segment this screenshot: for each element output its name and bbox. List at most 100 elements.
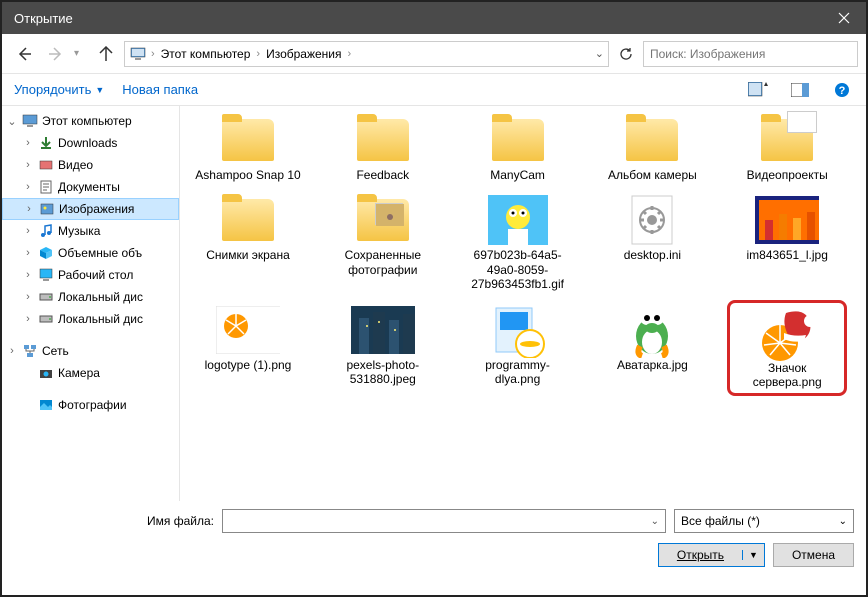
file-thumbnail bbox=[216, 304, 280, 356]
navbar: ▾ › Этот компьютер › Изображения › ⌄ bbox=[2, 34, 866, 74]
sidebar-item-label: Сеть bbox=[42, 344, 69, 358]
expand-icon[interactable]: › bbox=[22, 181, 34, 193]
sidebar-item[interactable]: Фотографии bbox=[2, 394, 179, 416]
sidebar-item[interactable]: ›Downloads bbox=[2, 132, 179, 154]
file-name-label: im843651_l.jpg bbox=[746, 248, 827, 262]
expand-icon[interactable]: › bbox=[22, 291, 34, 303]
expand-icon[interactable]: › bbox=[22, 269, 34, 281]
back-button[interactable] bbox=[10, 40, 38, 68]
sidebar-item[interactable]: ›Документы bbox=[2, 176, 179, 198]
view-menu[interactable] bbox=[746, 79, 770, 101]
expand-icon[interactable]: › bbox=[22, 247, 34, 259]
cancel-button[interactable]: Отмена bbox=[773, 543, 854, 567]
chevron-down-icon: ⌄ bbox=[839, 516, 847, 527]
file-item[interactable]: programmy-dlya.png bbox=[458, 300, 578, 397]
expand-icon[interactable]: › bbox=[22, 313, 34, 325]
expand-icon[interactable]: › bbox=[6, 345, 18, 357]
file-name-label: desktop.ini bbox=[624, 248, 681, 262]
chevron-down-icon: ⌄ bbox=[651, 516, 659, 527]
sidebar-item-label: Объемные объ bbox=[58, 246, 142, 260]
filename-input[interactable]: ⌄ bbox=[222, 509, 666, 533]
sidebar-item[interactable]: › Объемные объ bbox=[2, 242, 179, 264]
file-item[interactable]: Аватарка.jpg bbox=[592, 300, 712, 397]
sidebar-item[interactable]: ⌄Этот компьютер bbox=[2, 110, 179, 132]
expand-icon[interactable]: › bbox=[23, 203, 35, 215]
help-button[interactable]: ? bbox=[830, 79, 854, 101]
file-item[interactable]: Feedback bbox=[323, 110, 443, 186]
file-item[interactable]: Альбом камеры bbox=[592, 110, 712, 186]
file-thumbnail bbox=[486, 194, 550, 246]
titlebar: Открытие bbox=[2, 2, 866, 34]
expand-icon[interactable]: › bbox=[22, 137, 34, 149]
expand-icon[interactable]: › bbox=[22, 159, 34, 171]
file-thumbnail bbox=[216, 114, 280, 166]
sidebar-item[interactable]: ›Изображения bbox=[2, 198, 179, 220]
open-button[interactable]: Открыть ▼ bbox=[658, 543, 765, 567]
file-item[interactable]: ManyCam bbox=[458, 110, 578, 186]
file-item[interactable]: pexels-photo-531880.jpeg bbox=[323, 300, 443, 397]
up-button[interactable] bbox=[92, 40, 120, 68]
search-input[interactable] bbox=[650, 47, 851, 61]
sidebar-item-label: Рабочий стол bbox=[58, 268, 133, 282]
sidebar-item[interactable]: › Сеть bbox=[2, 340, 179, 362]
preview-pane-button[interactable] bbox=[788, 79, 812, 101]
sidebar: ⌄Этот компьютер›Downloads›Видео›Документ… bbox=[2, 106, 180, 501]
file-item[interactable]: Сохраненные фотографии bbox=[323, 190, 443, 295]
file-item[interactable]: Снимки экрана bbox=[188, 190, 308, 295]
file-item[interactable]: logotype (1).png bbox=[188, 300, 308, 397]
file-thumbnail bbox=[620, 114, 684, 166]
file-item[interactable]: Видеопроекты bbox=[727, 110, 847, 186]
forward-button[interactable] bbox=[42, 40, 70, 68]
expand-icon[interactable]: › bbox=[22, 225, 34, 237]
file-item[interactable]: Значок сервера.png bbox=[727, 300, 847, 397]
folder-icon bbox=[38, 179, 54, 195]
breadcrumb[interactable]: › Этот компьютер › Изображения › ⌄ bbox=[124, 41, 609, 67]
sidebar-item[interactable]: › Музыка bbox=[2, 220, 179, 242]
sidebar-item-label: Фотографии bbox=[58, 398, 127, 412]
chevron-right-icon: › bbox=[348, 48, 352, 60]
filename-label: Имя файла: bbox=[14, 514, 214, 528]
sidebar-item[interactable]: ›Локальный дис bbox=[2, 308, 179, 330]
file-thumbnail bbox=[351, 194, 415, 246]
file-name-label: 697b023b-64a5-49a0-8059-27b963453fb1.gif bbox=[463, 248, 573, 291]
folder-icon bbox=[38, 135, 54, 151]
chevron-right-icon: › bbox=[256, 48, 260, 60]
search-box[interactable] bbox=[643, 41, 858, 67]
close-icon bbox=[838, 12, 850, 24]
sidebar-item[interactable]: ›Видео bbox=[2, 154, 179, 176]
sidebar-item[interactable]: Камера bbox=[2, 362, 179, 384]
file-thumbnail bbox=[620, 304, 684, 356]
folder-icon bbox=[38, 311, 54, 327]
folder-icon bbox=[38, 245, 54, 261]
toolbar: Упорядочить ▼ Новая папка ? bbox=[2, 74, 866, 106]
folder-icon bbox=[38, 365, 54, 381]
close-button[interactable] bbox=[821, 2, 866, 34]
file-name-label: Видеопроекты bbox=[747, 168, 828, 182]
sidebar-item[interactable]: › Рабочий стол bbox=[2, 264, 179, 286]
breadcrumb-dropdown[interactable]: ⌄ bbox=[595, 47, 604, 60]
filter-label: Все файлы (*) bbox=[681, 514, 760, 528]
file-item[interactable]: 697b023b-64a5-49a0-8059-27b963453fb1.gif bbox=[458, 190, 578, 295]
open-dropdown[interactable]: ▼ bbox=[742, 550, 764, 560]
breadcrumb-item[interactable]: Изображения bbox=[264, 47, 343, 61]
expand-icon[interactable]: ⌄ bbox=[6, 115, 18, 128]
folder-icon bbox=[22, 113, 38, 129]
file-item[interactable]: im843651_l.jpg bbox=[727, 190, 847, 295]
organize-menu[interactable]: Упорядочить ▼ bbox=[14, 82, 104, 97]
cancel-label: Отмена bbox=[792, 548, 835, 562]
file-name-label: pexels-photo-531880.jpeg bbox=[328, 358, 438, 387]
sidebar-item-label: Музыка bbox=[58, 224, 100, 238]
file-thumbnail bbox=[351, 114, 415, 166]
bottom-panel: Имя файла: ⌄ Все файлы (*) ⌄ Открыть ▼ О… bbox=[2, 501, 866, 575]
file-item[interactable]: Ashampoo Snap 10 bbox=[188, 110, 308, 186]
file-name-label: Значок сервера.png bbox=[734, 361, 840, 390]
sidebar-item[interactable]: ›Локальный дис bbox=[2, 286, 179, 308]
new-folder-button[interactable]: Новая папка bbox=[122, 82, 198, 97]
filetype-filter[interactable]: Все файлы (*) ⌄ bbox=[674, 509, 854, 533]
breadcrumb-item[interactable]: Этот компьютер bbox=[159, 47, 253, 61]
recent-dropdown[interactable]: ▾ bbox=[74, 48, 88, 59]
file-name-label: Feedback bbox=[356, 168, 409, 182]
file-thumbnail bbox=[755, 194, 819, 246]
refresh-button[interactable] bbox=[613, 41, 639, 67]
file-item[interactable]: desktop.ini bbox=[592, 190, 712, 295]
